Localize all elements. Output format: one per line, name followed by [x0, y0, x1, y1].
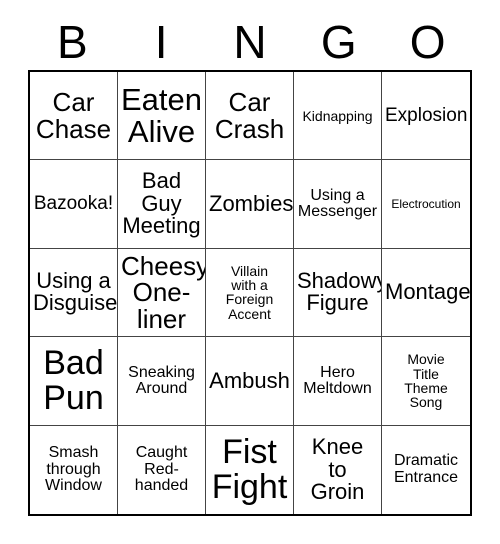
bingo-card: B I N G O Car Chase Eaten Alive Car Crash K…	[0, 0, 500, 544]
bingo-square-label: Fist Fight	[211, 433, 288, 506]
bingo-square[interactable]: Dramatic Entrance	[382, 425, 470, 514]
header-letter-n: N	[233, 16, 267, 68]
bingo-square[interactable]: Bad Guy Meeting	[118, 160, 206, 249]
bingo-square-label: Shadowy Figure	[297, 268, 382, 316]
bingo-square[interactable]: Villain with a Foreign Accent	[206, 248, 294, 338]
bingo-square[interactable]: Zombies	[206, 160, 294, 249]
bingo-square[interactable]: Electrocution	[382, 160, 470, 249]
bingo-square-label: Using a Messenger	[297, 186, 378, 221]
bingo-square-label: Eaten Alive	[121, 82, 203, 149]
bingo-square[interactable]: Explosion	[382, 72, 470, 161]
bingo-square-label: Bazooka!	[33, 193, 114, 215]
bingo-square[interactable]: Using a Disguise	[30, 248, 118, 338]
bingo-square-label: Cheesy One- liner	[121, 250, 206, 334]
bingo-square[interactable]: Cheesy One- liner	[118, 248, 206, 338]
bingo-square-label: Movie Title Theme Song	[404, 351, 448, 411]
header-letter-o: O	[409, 16, 446, 68]
bingo-square[interactable]: Bad Pun	[30, 337, 118, 426]
bingo-square-label: Montage	[385, 279, 470, 305]
bingo-square-label: Smash through Window	[45, 444, 102, 494]
bingo-square-label: Ambush	[209, 367, 290, 393]
bingo-square[interactable]: Movie Title Theme Song	[382, 337, 470, 426]
bingo-square-label: Caught Red- handed	[134, 444, 189, 494]
bingo-square-label: Zombies	[209, 190, 294, 216]
bingo-square[interactable]: Car Chase	[30, 72, 118, 161]
bingo-square[interactable]: Montage	[382, 248, 470, 338]
bingo-square[interactable]: Shadowy Figure	[294, 248, 382, 338]
bingo-header-row: B I N G O	[28, 14, 472, 70]
bingo-square[interactable]: Smash through Window	[30, 425, 118, 514]
bingo-square[interactable]: Sneaking Around	[118, 337, 206, 426]
bingo-square-label: Explosion	[385, 105, 468, 126]
header-letter-g: G	[320, 16, 357, 68]
bingo-square[interactable]: Eaten Alive	[118, 72, 206, 161]
bingo-square[interactable]: Car Crash	[206, 72, 294, 161]
bingo-square[interactable]: Using a Messenger	[294, 160, 382, 249]
bingo-square[interactable]: Hero Meltdown	[294, 337, 382, 426]
bingo-square-label: Bad Pun	[43, 344, 104, 417]
bingo-square-label: Kidnapping	[302, 107, 373, 124]
bingo-square-label: Hero Meltdown	[303, 363, 372, 397]
bingo-square-label: Car Crash	[214, 87, 285, 144]
bingo-square[interactable]: Ambush	[206, 337, 294, 426]
bingo-square[interactable]: Caught Red- handed	[118, 425, 206, 514]
header-letter-i: I	[154, 16, 168, 68]
bingo-square[interactable]: Kidnapping	[294, 72, 382, 161]
bingo-square[interactable]: Knee to Groin	[294, 425, 382, 514]
bingo-grid: Car Chase Eaten Alive Car Crash Kidnapping E…	[28, 70, 472, 516]
bingo-square-label: Using a Disguise	[33, 268, 118, 316]
bingo-square-label: Villain with a Foreign Accent	[225, 262, 274, 322]
bingo-square-label: Car Chase	[35, 87, 112, 144]
bingo-square-label: Bad Guy Meeting	[122, 168, 201, 239]
bingo-square[interactable]: Fist Fight	[206, 425, 294, 514]
bingo-square-label: Sneaking Around	[128, 363, 195, 397]
bingo-square-label: Electrocution	[391, 196, 461, 211]
bingo-square-label: Knee to Groin	[310, 434, 365, 505]
header-letter-b: B	[57, 16, 88, 68]
bingo-square-label: Dramatic Entrance	[393, 452, 459, 486]
bingo-square[interactable]: Bazooka!	[30, 160, 118, 249]
